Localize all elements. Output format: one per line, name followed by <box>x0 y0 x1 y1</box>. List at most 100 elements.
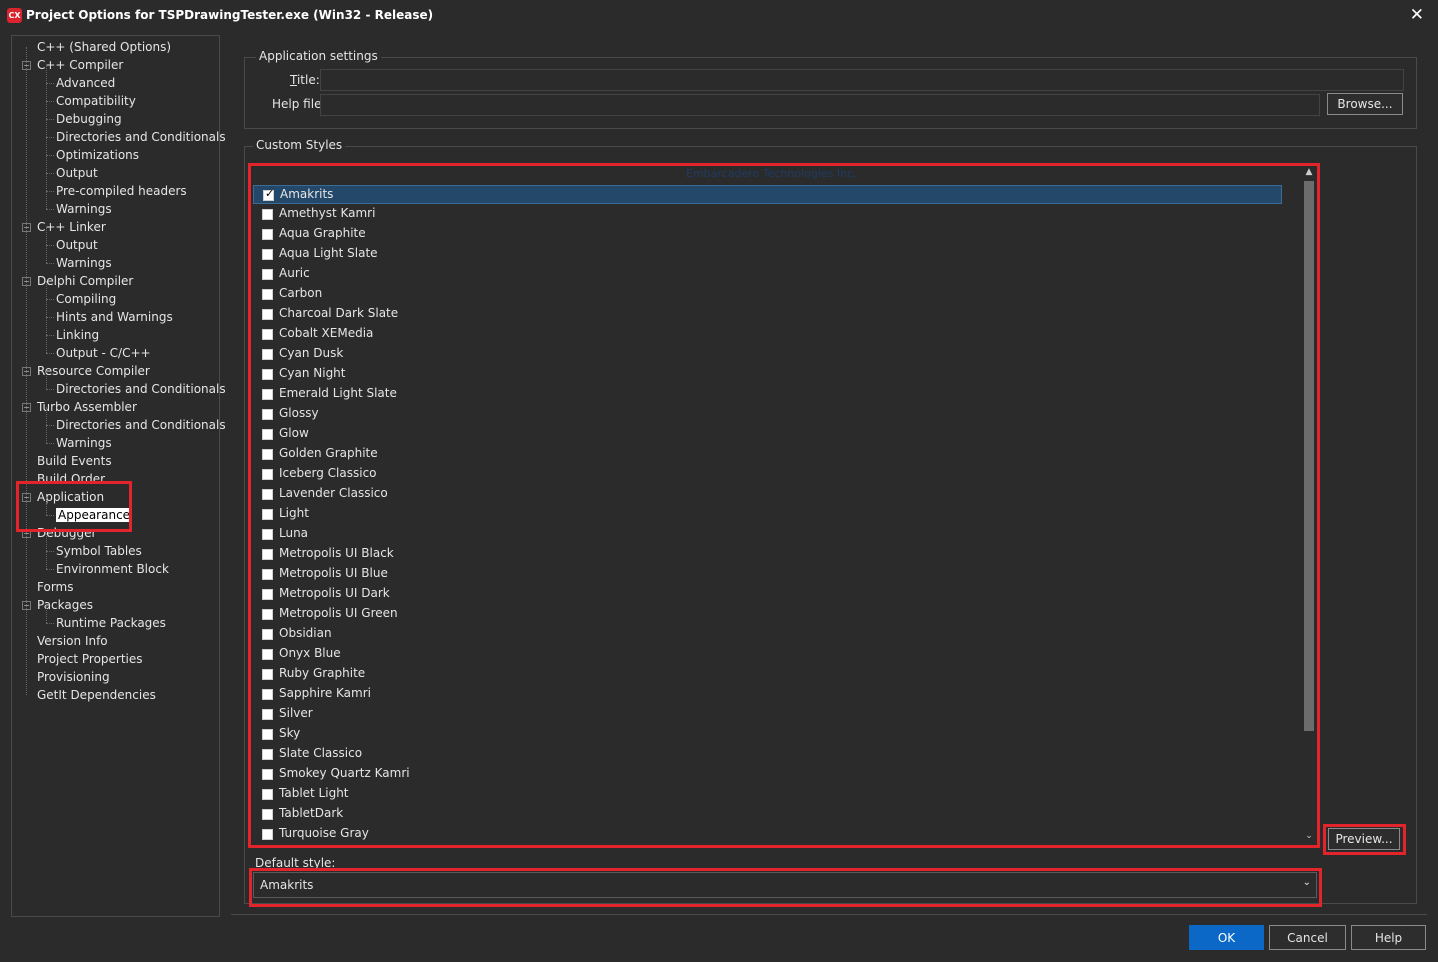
default-style-select[interactable]: Amakrits ⌄ <box>253 872 1317 898</box>
style-checkbox[interactable] <box>262 829 273 840</box>
style-list-item[interactable]: Cobalt XEMedia <box>253 325 1282 344</box>
scroll-up-icon[interactable]: ▲ <box>1302 167 1316 179</box>
tree-item-output-c-c[interactable]: Output - C/C++ <box>56 344 151 362</box>
tree-item-c-compiler[interactable]: C++ Compiler <box>37 56 123 74</box>
style-checkbox[interactable] <box>262 549 273 560</box>
tree-item-hints-and-warnings[interactable]: Hints and Warnings <box>56 308 173 326</box>
tree-item-runtime-packages[interactable]: Runtime Packages <box>56 614 166 632</box>
style-checkbox[interactable]: ✓ <box>263 187 274 201</box>
style-checkbox[interactable] <box>262 809 273 820</box>
collapse-icon[interactable]: − <box>22 223 31 232</box>
collapse-icon[interactable]: − <box>22 493 31 502</box>
style-list-item[interactable]: Smokey Quartz Kamri <box>253 765 1282 784</box>
preview-button[interactable]: Preview... <box>1328 828 1400 850</box>
style-checkbox[interactable] <box>262 229 273 240</box>
style-checkbox[interactable] <box>262 649 273 660</box>
tree-item-turbo-assembler[interactable]: Turbo Assembler <box>37 398 137 416</box>
styles-scrollbar[interactable]: ▲ ⌄ <box>1302 167 1316 845</box>
cancel-button[interactable]: Cancel <box>1269 925 1346 950</box>
style-list-item[interactable]: Charcoal Dark Slate <box>253 305 1282 324</box>
style-list-item[interactable]: Amethyst Kamri <box>253 205 1282 224</box>
tree-item-advanced[interactable]: Advanced <box>56 74 115 92</box>
tree-item-warnings[interactable]: Warnings <box>56 254 112 272</box>
ok-button[interactable]: OK <box>1189 925 1264 950</box>
style-checkbox[interactable] <box>262 689 273 700</box>
title-input[interactable] <box>320 69 1404 91</box>
collapse-icon[interactable]: − <box>22 277 31 286</box>
tree-item-compatibility[interactable]: Compatibility <box>56 92 136 110</box>
style-list-item[interactable]: ✓ Amakrits <box>253 185 1282 204</box>
collapse-icon[interactable]: − <box>22 403 31 412</box>
style-list-item[interactable]: TabletDark <box>253 805 1282 824</box>
tree-item-getit-dependencies[interactable]: GetIt Dependencies <box>37 686 156 704</box>
style-list-item[interactable]: Emerald Light Slate <box>253 385 1282 404</box>
style-list-item[interactable]: Onyx Blue <box>253 645 1282 664</box>
help-file-input[interactable] <box>320 94 1320 116</box>
style-list-item[interactable]: Sapphire Kamri <box>253 685 1282 704</box>
style-checkbox[interactable] <box>262 489 273 500</box>
style-checkbox[interactable] <box>262 369 273 380</box>
style-checkbox[interactable] <box>262 629 273 640</box>
style-checkbox[interactable] <box>262 769 273 780</box>
scroll-thumb[interactable] <box>1304 181 1314 731</box>
style-list-item[interactable]: Ruby Graphite <box>253 665 1282 684</box>
style-list-item[interactable]: Tablet Light <box>253 785 1282 804</box>
style-checkbox[interactable] <box>262 789 273 800</box>
tree-item-debugging[interactable]: Debugging <box>56 110 122 128</box>
style-checkbox[interactable] <box>262 389 273 400</box>
style-list-item[interactable]: Lavender Classico <box>253 485 1282 504</box>
style-list-item[interactable]: Slate Classico <box>253 745 1282 764</box>
tree-item-c-linker[interactable]: C++ Linker <box>37 218 106 236</box>
tree-item-appearance[interactable]: Appearance <box>56 506 133 524</box>
style-checkbox[interactable] <box>262 569 273 580</box>
style-list-item[interactable]: Aqua Light Slate <box>253 245 1282 264</box>
tree-item-pre-compiled-headers[interactable]: Pre-compiled headers <box>56 182 187 200</box>
style-list-item[interactable]: Cyan Night <box>253 365 1282 384</box>
style-list-item[interactable]: Sky <box>253 725 1282 744</box>
tree-item-output[interactable]: Output <box>56 164 98 182</box>
tree-item-environment-block[interactable]: Environment Block <box>56 560 169 578</box>
style-list-item[interactable]: Luna <box>253 525 1282 544</box>
tree-item-optimizations[interactable]: Optimizations <box>56 146 139 164</box>
collapse-icon[interactable]: − <box>22 367 31 376</box>
style-list-item[interactable]: Metropolis UI Green <box>253 605 1282 624</box>
style-list-item[interactable]: Iceberg Classico <box>253 465 1282 484</box>
style-checkbox[interactable] <box>262 509 273 520</box>
style-list-item[interactable]: Glow <box>253 425 1282 444</box>
style-list-item[interactable]: Cyan Dusk <box>253 345 1282 364</box>
style-checkbox[interactable] <box>262 289 273 300</box>
style-checkbox[interactable] <box>262 469 273 480</box>
style-checkbox[interactable] <box>262 589 273 600</box>
style-checkbox[interactable] <box>262 609 273 620</box>
style-checkbox[interactable] <box>262 429 273 440</box>
style-checkbox[interactable] <box>262 349 273 360</box>
tree-item-forms[interactable]: Forms <box>37 578 73 596</box>
scroll-down-icon[interactable]: ⌄ <box>1302 831 1316 843</box>
collapse-icon[interactable]: − <box>22 601 31 610</box>
style-list-item[interactable]: Golden Graphite <box>253 445 1282 464</box>
style-list-item[interactable]: Aqua Graphite <box>253 225 1282 244</box>
style-checkbox[interactable] <box>262 729 273 740</box>
style-checkbox[interactable] <box>262 329 273 340</box>
style-checkbox[interactable] <box>262 709 273 720</box>
style-list-item[interactable]: Auric <box>253 265 1282 284</box>
style-list-item[interactable]: Metropolis UI Dark <box>253 585 1282 604</box>
tree-item-symbol-tables[interactable]: Symbol Tables <box>56 542 142 560</box>
close-icon[interactable]: ✕ <box>1410 5 1424 25</box>
tree-item-build-events[interactable]: Build Events <box>37 452 112 470</box>
style-checkbox[interactable] <box>262 669 273 680</box>
browse-button[interactable]: Browse... <box>1327 93 1403 115</box>
tree-item-directories-and-conditionals[interactable]: Directories and Conditionals <box>56 128 226 146</box>
style-list-item[interactable]: Silver <box>253 705 1282 724</box>
tree-item-application[interactable]: Application <box>37 488 104 506</box>
style-checkbox[interactable] <box>262 529 273 540</box>
tree-item-directories-and-conditionals[interactable]: Directories and Conditionals <box>56 416 226 434</box>
tree-item-provisioning[interactable]: Provisioning <box>37 668 110 686</box>
tree-item-output[interactable]: Output <box>56 236 98 254</box>
tree-item-compiling[interactable]: Compiling <box>56 290 116 308</box>
style-list-item[interactable]: Glossy <box>253 405 1282 424</box>
tree-item-warnings[interactable]: Warnings <box>56 200 112 218</box>
collapse-icon[interactable]: − <box>22 529 31 538</box>
tree-item-version-info[interactable]: Version Info <box>37 632 108 650</box>
tree-item-delphi-compiler[interactable]: Delphi Compiler <box>37 272 133 290</box>
